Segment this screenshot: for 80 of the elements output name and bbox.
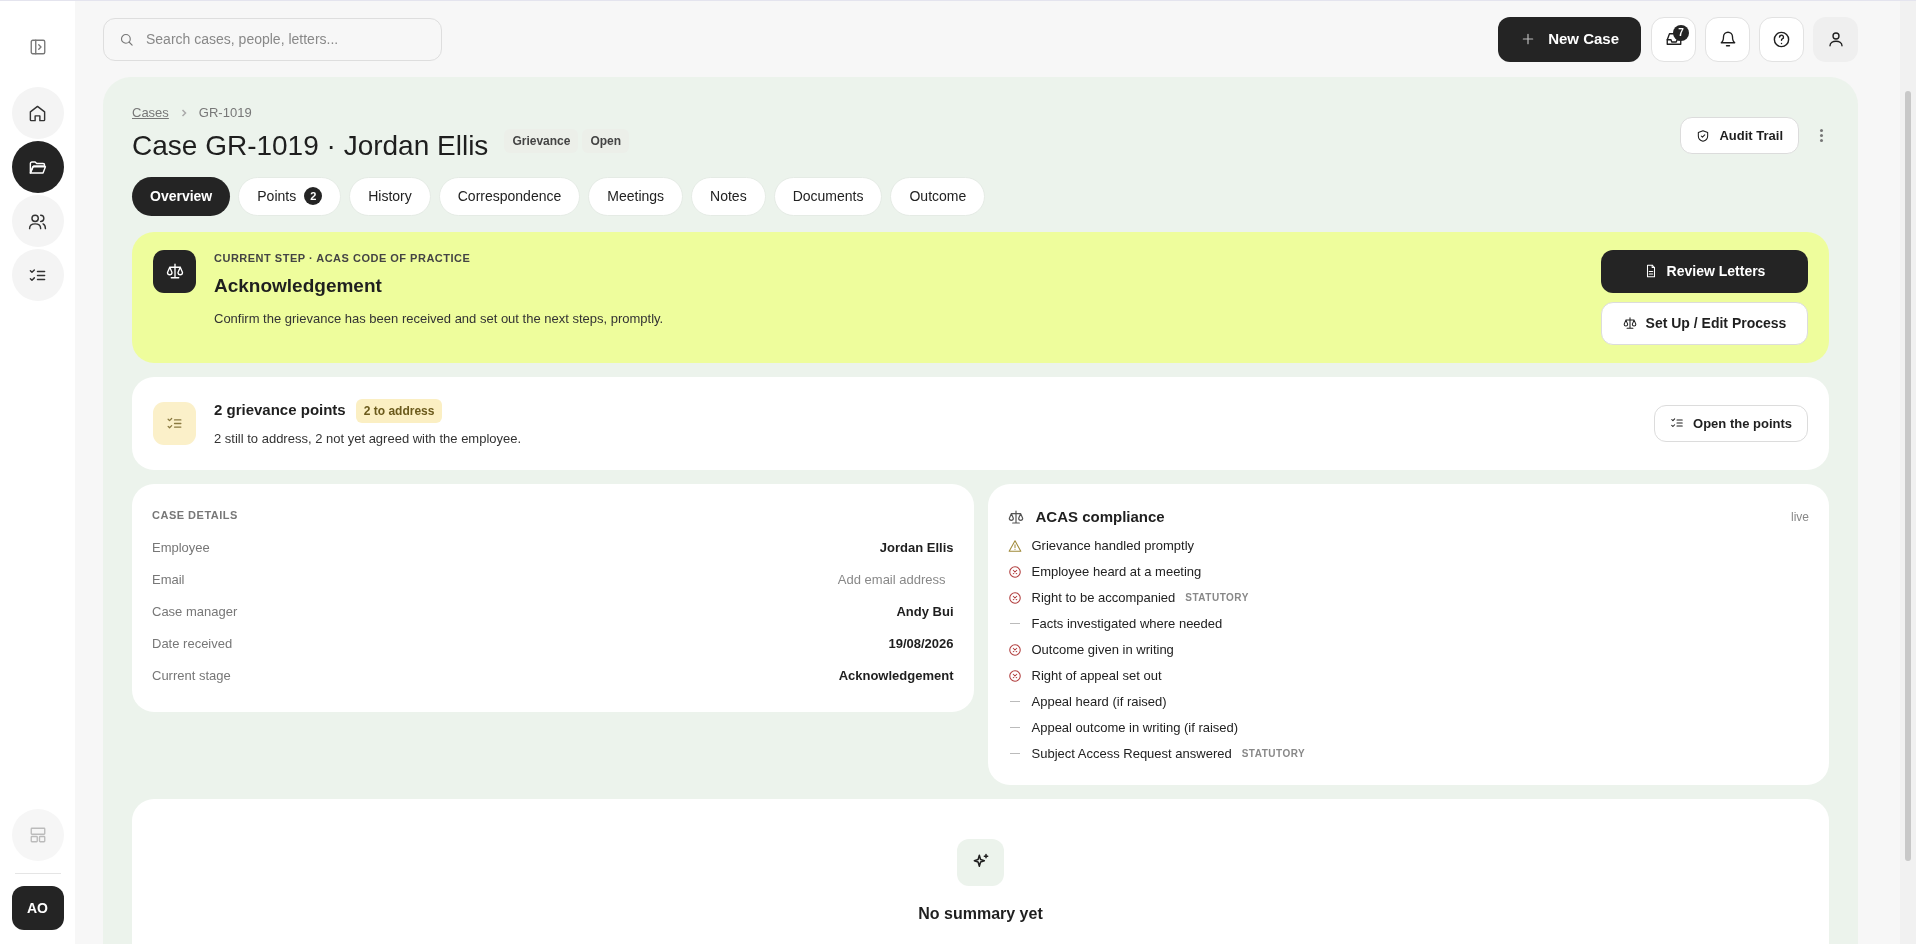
tab-count-badge: 2 <box>304 187 323 205</box>
case-title: Case GR-1019 · Jordan Ellis <box>132 128 489 163</box>
audit-trail-button[interactable]: Audit Trail <box>1680 117 1799 154</box>
detail-value: Acknowledgement <box>838 666 954 685</box>
live-status: live <box>1791 509 1809 527</box>
scale-icon <box>1007 509 1024 526</box>
detail-value: Jordan Ellis <box>879 538 954 557</box>
tab[interactable]: Documents <box>773 176 883 216</box>
detail-label: Employee <box>152 538 210 557</box>
open-points-button[interactable]: Open the points <box>1654 404 1808 442</box>
help-icon <box>1772 29 1791 49</box>
case-badge: Open <box>582 128 630 153</box>
new-case-button[interactable]: New Case <box>1498 16 1641 62</box>
compliance-item: Right of appeal set out <box>1031 666 1162 685</box>
sidebar-panel-icon <box>28 38 47 56</box>
add-email-link[interactable]: Add email address <box>837 569 954 590</box>
compliance-item: Facts investigated where needed <box>1031 614 1223 633</box>
layout-icon <box>28 826 47 844</box>
avatar-button[interactable]: AO <box>11 886 64 930</box>
compliance-item: Subject Access Request answered <box>1031 744 1232 763</box>
edit-process-button[interactable]: Set Up / Edit Process <box>1601 301 1808 345</box>
statutory-tag: STATUTORY <box>1185 590 1249 605</box>
tab[interactable]: Correspondence <box>438 176 581 216</box>
case-badge: Grievance <box>504 128 579 153</box>
step-eyebrow: CURRENT STEP · ACAS CODE OF PRACTICE <box>214 250 472 266</box>
compliance-item: Appeal outcome in writing (if raised) <box>1031 718 1239 737</box>
dash-icon <box>1009 753 1020 754</box>
warning-icon <box>1007 538 1022 553</box>
cross-circle-icon <box>1007 564 1022 579</box>
tab[interactable]: Meetings <box>588 176 684 216</box>
compliance-item: Right to be accompanied <box>1031 588 1176 607</box>
shield-icon <box>1696 128 1711 143</box>
inbox-icon <box>1664 30 1683 48</box>
inbox-button[interactable]: 7 <box>1651 16 1696 62</box>
review-letters-button[interactable]: Review Letters <box>1601 249 1808 293</box>
help-button[interactable] <box>1759 16 1804 62</box>
scale-icon <box>1622 316 1637 330</box>
dash-icon <box>1009 701 1020 702</box>
detail-value: Andy Bui <box>896 602 954 621</box>
step-description: Confirm the grievance has been received and set out the next steps, promptly. <box>214 309 665 328</box>
dash-icon <box>1009 623 1020 624</box>
compliance-item: Grievance handled promptly <box>1031 536 1195 555</box>
user-icon <box>1826 30 1845 48</box>
home-icon <box>28 103 47 123</box>
tab[interactable]: Notes <box>691 176 766 216</box>
scrollbar-thumb[interactable] <box>1905 91 1911 861</box>
detail-label: Date received <box>152 634 233 653</box>
tab[interactable]: Points 2 <box>238 176 342 216</box>
cross-circle-icon <box>1007 590 1022 605</box>
tab[interactable]: History <box>349 176 431 216</box>
detail-label: Case manager <box>152 602 238 621</box>
cross-circle-icon <box>1007 668 1022 683</box>
tab[interactable]: Overview <box>132 176 231 216</box>
points-summary: 2 still to address, 2 not yet agreed with the employee. <box>214 429 523 448</box>
detail-value: 19/08/2026 <box>888 634 954 653</box>
dash-icon <box>1009 727 1020 728</box>
detail-label: Email <box>152 570 185 589</box>
summary-title: No summary yet <box>918 903 1043 924</box>
cross-circle-icon <box>1007 642 1022 657</box>
inbox-count-badge: 7 <box>1673 24 1689 41</box>
compliance-item: Outcome given in writing <box>1031 640 1174 659</box>
points-tag: 2 to address <box>355 398 443 423</box>
bell-icon <box>1718 30 1737 48</box>
section-heading: CASE DETAILS <box>152 508 239 523</box>
step-title: Acknowledgement <box>214 274 383 298</box>
compliance-item: Employee heard at a meeting <box>1031 562 1202 581</box>
points-title: 2 grievance points <box>214 400 346 421</box>
scale-icon <box>165 262 184 280</box>
breadcrumb-current: GR-1019 <box>198 104 252 122</box>
notifications-button[interactable] <box>1705 16 1750 62</box>
breadcrumb-link[interactable]: Cases <box>132 103 169 123</box>
sidebar-nav-button[interactable] <box>11 141 64 193</box>
search-icon <box>119 31 134 47</box>
detail-label: Current stage <box>152 666 231 685</box>
profile-button[interactable] <box>1813 16 1858 62</box>
statutory-tag: STATUTORY <box>1241 746 1306 761</box>
search-field[interactable]: Search cases, people, letters... <box>103 17 442 61</box>
compliance-title: ACAS compliance <box>1035 507 1166 527</box>
compliance-item: Appeal heard (if raised) <box>1031 692 1167 711</box>
tab[interactable]: Outcome <box>890 176 986 216</box>
